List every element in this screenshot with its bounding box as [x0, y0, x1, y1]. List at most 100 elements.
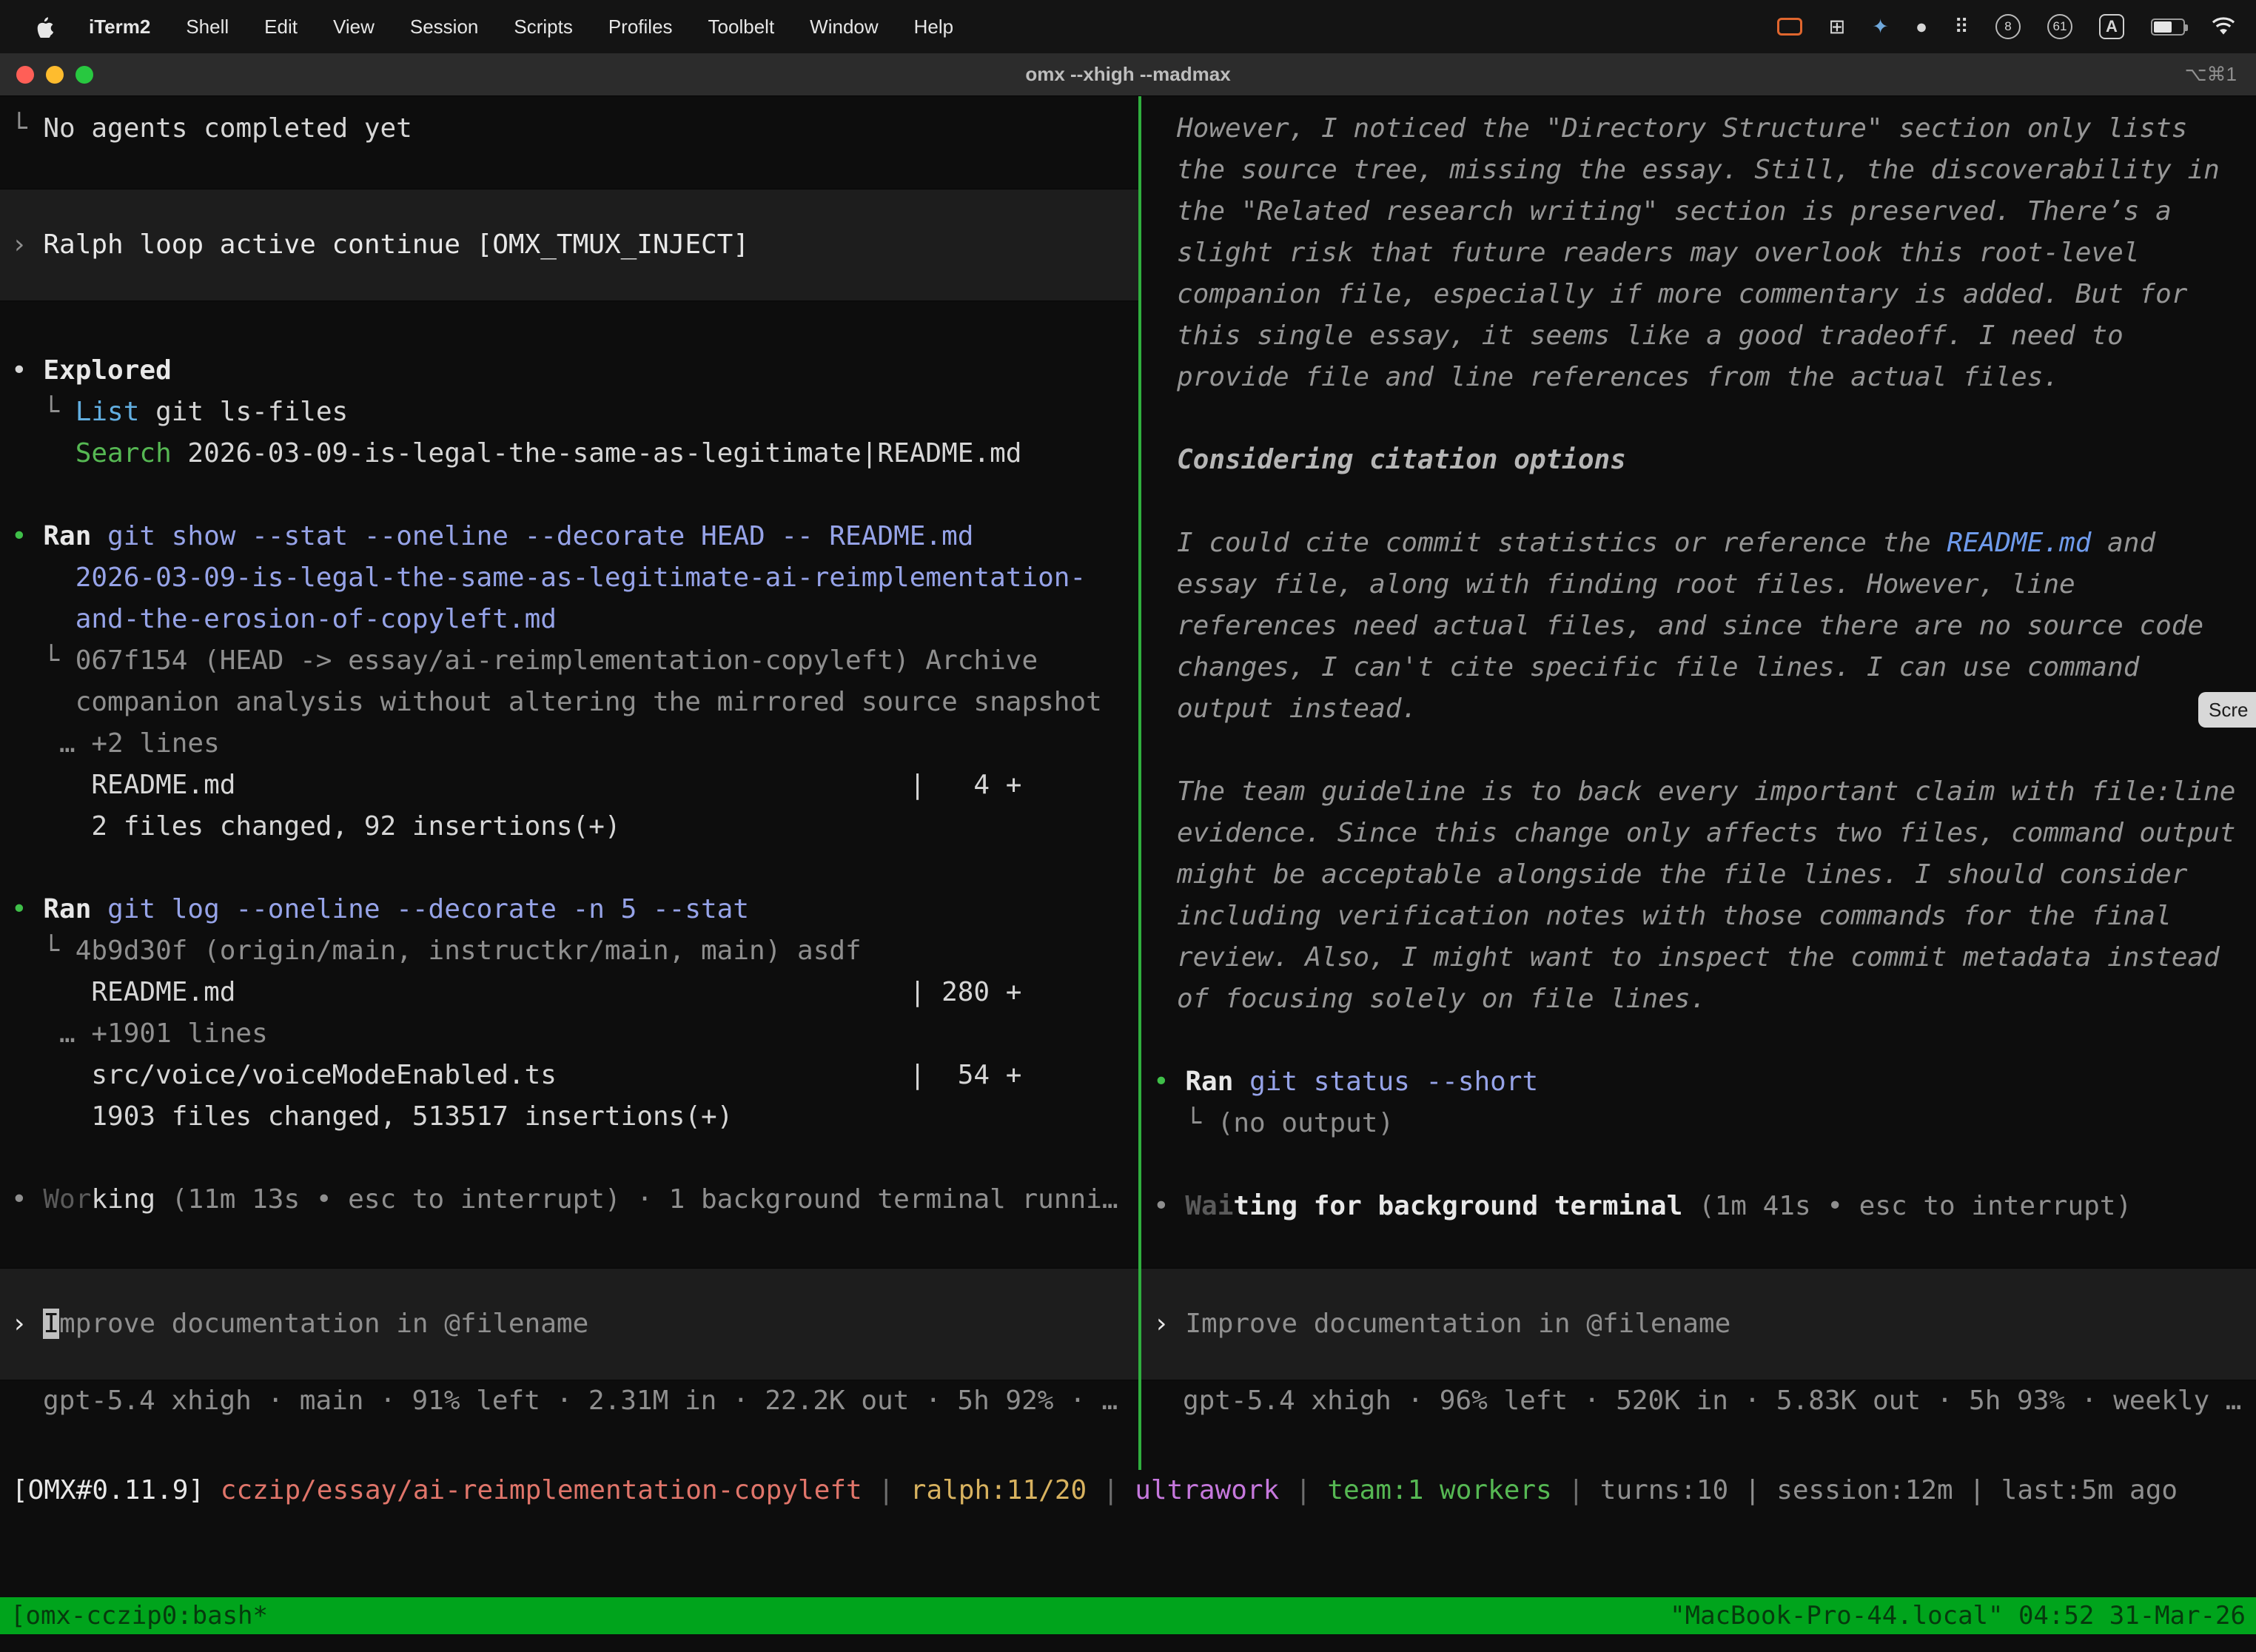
- battery-icon[interactable]: [2151, 19, 2185, 36]
- team-workers: team:1 workers: [1327, 1475, 1551, 1505]
- command-continuation: 2026-03-09-is-legal-the-same-as-legitima…: [11, 563, 1086, 593]
- battery-cap: [2185, 24, 2188, 31]
- bullet-icon: •: [11, 894, 43, 924]
- left-input-line[interactable]: › Improve documentation in @filename: [0, 1303, 1138, 1345]
- git-log-output-1: └ 4b9d30f (origin/main, instructkr/main,…: [0, 930, 1138, 972]
- ralph-progress: ralph:11/20: [910, 1475, 1087, 1505]
- blank-line: [1141, 730, 2256, 771]
- grid-app-icon[interactable]: ⊞: [1829, 16, 1846, 38]
- git-show-stat-1: README.md | 4 +: [0, 765, 1138, 806]
- right-statusline: gpt-5.4 xhigh · 96% left · 520K in · 5.8…: [1141, 1380, 2256, 1422]
- search-pattern: 2026-03-09-is-legal-the-same-as-legitima…: [172, 438, 1022, 469]
- blank-line: [1141, 481, 2256, 523]
- menu-item-session[interactable]: Session: [392, 16, 497, 38]
- terminal-content: └ No agents completed yet › Ralph loop a…: [0, 96, 2256, 1470]
- right-input-line[interactable]: › Improve documentation in @filename: [1141, 1303, 2256, 1345]
- search-tool-label: Search: [75, 438, 172, 469]
- git-show-output-1: └ 067f154 (HEAD -> essay/ai-reimplementa…: [0, 640, 1138, 682]
- menu-item-help[interactable]: Help: [896, 16, 971, 38]
- menu-left: iTerm2 Shell Edit View Session Scripts P…: [21, 16, 971, 38]
- git-log-stat-2: src/voice/voiceModeEnabled.ts | 54 +: [0, 1055, 1138, 1096]
- blank-line: [0, 847, 1138, 889]
- git-show-arg-line-1: 2026-03-09-is-legal-the-same-as-legitima…: [0, 557, 1138, 599]
- truncation-note: … +1901 lines: [11, 1018, 268, 1049]
- tmux-session-window: [omx-cczip0:bash*: [10, 1601, 268, 1631]
- tree-glyph: └: [11, 113, 43, 144]
- tree-glyph: └: [1153, 1108, 1218, 1138]
- input-text: mprove documentation in @filename: [59, 1309, 588, 1339]
- readme-file-link[interactable]: README.md: [1947, 528, 2091, 558]
- screen-overlay-button[interactable]: Scre: [2198, 692, 2256, 728]
- menu-app-name[interactable]: iTerm2: [71, 16, 168, 38]
- menu-item-shell[interactable]: Shell: [168, 16, 246, 38]
- ran-label: Ran: [1185, 1067, 1233, 1097]
- left-agent-pane[interactable]: └ No agents completed yet › Ralph loop a…: [0, 96, 1138, 1470]
- minimize-button[interactable]: [46, 66, 64, 84]
- menu-item-edit[interactable]: Edit: [246, 16, 315, 38]
- git-show-command: git show --stat --oneline --decorate HEA…: [91, 521, 973, 551]
- git-show-arg-line-2: and-the-erosion-of-copyleft.md: [0, 599, 1138, 640]
- working-label: king: [91, 1184, 155, 1215]
- bullet-icon: •: [1153, 1067, 1185, 1097]
- commit-summary: companion analysis without altering the …: [11, 687, 1102, 717]
- commit-summary: └ 067f154 (HEAD -> essay/ai-reimplementa…: [11, 645, 1038, 676]
- menu-item-toolbelt[interactable]: Toolbelt: [691, 16, 793, 38]
- blank-line: [1141, 398, 2256, 440]
- menubar-status-icons: ⊞ ✦ ● ⠿ 8 61 A: [1777, 14, 2235, 39]
- menu-item-scripts[interactable]: Scripts: [496, 16, 590, 38]
- badge-61-icon[interactable]: 61: [2047, 14, 2072, 39]
- thinking-paragraph-3: The team guideline is to back every impo…: [1141, 771, 2256, 1020]
- blank-line: [1141, 1144, 2256, 1186]
- screen-recording-icon[interactable]: [1777, 18, 1802, 36]
- bottom-strip: [0, 1634, 2256, 1652]
- wifi-icon[interactable]: [2212, 17, 2235, 36]
- badge-8-icon[interactable]: 8: [1995, 14, 2021, 39]
- dots-grid-icon[interactable]: ⠿: [1954, 16, 1969, 38]
- git-show-output-2: companion analysis without altering the …: [0, 682, 1138, 723]
- right-agent-pane[interactable]: However, I noticed the "Directory Struct…: [1141, 96, 2256, 1470]
- dot-app-icon[interactable]: ●: [1916, 16, 1927, 38]
- apple-menu-icon[interactable]: [21, 16, 71, 38]
- menu-item-view[interactable]: View: [315, 16, 392, 38]
- bullet-icon: •: [1153, 1191, 1185, 1221]
- window-title-bar[interactable]: omx --xhigh --madmax ⌥⌘1: [0, 53, 2256, 96]
- list-command: git ls-files: [139, 397, 348, 427]
- prompt-chevron: ›: [11, 229, 43, 260]
- keyboard-layout-icon[interactable]: A: [2099, 14, 2124, 39]
- separator: |: [862, 1475, 910, 1505]
- git-show-output-3: … +2 lines: [0, 723, 1138, 765]
- ultrawork-mode: ultrawork: [1135, 1475, 1279, 1505]
- prompt-chevron: ›: [11, 1309, 43, 1339]
- explored-search-line: Search 2026-03-09-is-legal-the-same-as-l…: [0, 433, 1138, 474]
- git-log-output-2: … +1901 lines: [0, 1013, 1138, 1055]
- text-cursor: I: [43, 1309, 59, 1339]
- diffstat-row: README.md | 4 +: [11, 770, 1021, 800]
- bullet-icon: •: [11, 521, 43, 551]
- separator: |: [1279, 1475, 1327, 1505]
- blank-line: [1141, 1020, 2256, 1061]
- window-shortcut-hint: ⌥⌘1: [2185, 63, 2256, 86]
- ran-git-status-line: • Ran git status --short: [1141, 1061, 2256, 1103]
- left-statusline: gpt-5.4 xhigh · main · 91% left · 2.31M …: [0, 1380, 1138, 1422]
- omx-branch-path: cczip/essay/ai-reimplementation-copyleft: [204, 1475, 862, 1505]
- tmux-status-bar: [omx-cczip0:bash* "MacBook-Pro-44.local"…: [0, 1597, 2256, 1634]
- git-status-output: └ (no output): [1141, 1103, 2256, 1144]
- spinner-shimmer: Wai: [1185, 1191, 1233, 1221]
- menu-item-profiles[interactable]: Profiles: [591, 16, 691, 38]
- blank-line: [0, 474, 1138, 516]
- working-detail: (11m 13s • esc to interrupt) · 1 backgro…: [155, 1184, 1118, 1215]
- git-log-command: git log --oneline --decorate -n 5 --stat: [91, 894, 749, 924]
- separator: |: [1552, 1475, 1600, 1505]
- zoom-button[interactable]: [75, 66, 93, 84]
- spark-app-icon[interactable]: ✦: [1872, 16, 1889, 38]
- bullet-icon: •: [11, 355, 43, 386]
- omx-session-stats: turns:10 | session:12m | last:5m ago: [1600, 1475, 2178, 1505]
- right-input-box[interactable]: › Improve documentation in @filename: [1141, 1268, 2256, 1380]
- diffstat-summary: 1903 files changed, 513517 insertions(+): [11, 1101, 733, 1132]
- bottom-spacer: [0, 1511, 2256, 1597]
- left-input-box[interactable]: › Improve documentation in @filename: [0, 1268, 1138, 1380]
- spinner-shimmer: Wor: [43, 1184, 91, 1215]
- close-button[interactable]: [16, 66, 34, 84]
- truncation-note: … +2 lines: [11, 728, 220, 759]
- menu-item-window[interactable]: Window: [792, 16, 896, 38]
